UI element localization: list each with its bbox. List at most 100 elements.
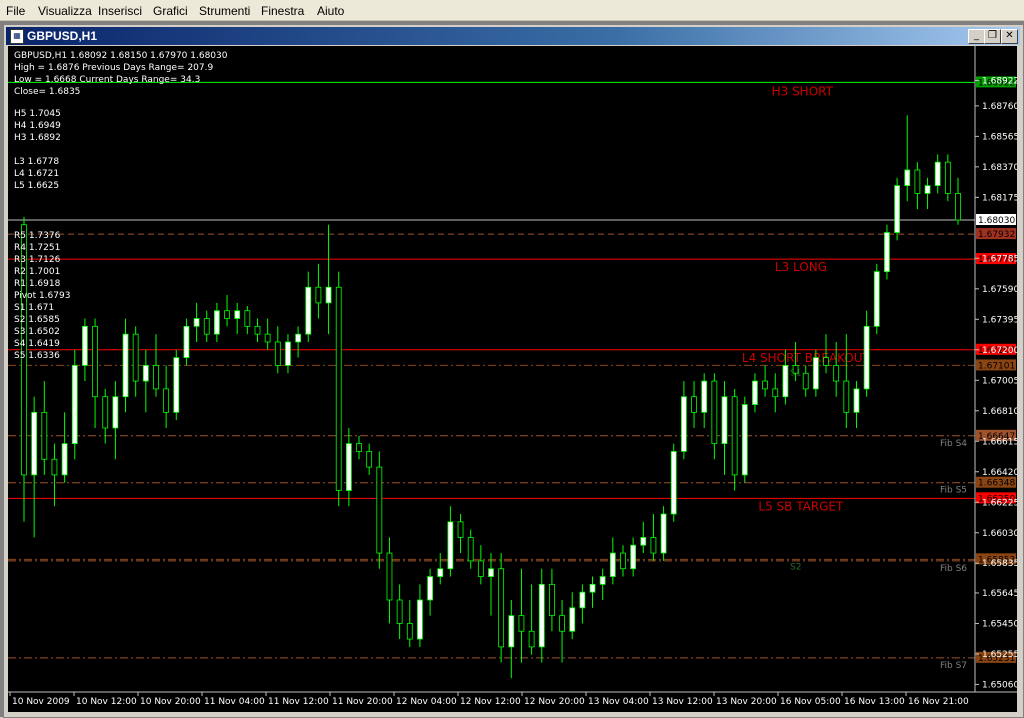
bear-candle <box>620 552 626 570</box>
pivot-level: S1 1.671 <box>14 303 54 313</box>
bull-candle <box>884 232 890 273</box>
bull-candle <box>721 396 728 445</box>
price-tick-label: 1.68565 <box>982 132 1017 142</box>
bear-candle <box>833 365 840 382</box>
bull-candle <box>904 169 911 187</box>
bull-candle <box>122 333 129 398</box>
price-tick-label: 1.67200 <box>982 346 1017 356</box>
menu-window[interactable]: Finestra <box>261 4 304 18</box>
bear-candle <box>518 615 525 632</box>
time-tick-label: 11 Nov 04:00 <box>204 697 265 707</box>
camarilla-level: H4 1.6949 <box>14 121 61 131</box>
bear-candle <box>315 286 322 304</box>
bear-candle <box>356 443 362 452</box>
pivot-level: R2 1.7001 <box>14 267 60 277</box>
menu-file[interactable]: File <box>6 4 25 18</box>
bull-candle <box>853 388 860 413</box>
bear-candle <box>549 583 555 617</box>
camarilla-level: L4 1.6721 <box>14 169 59 179</box>
bear-candle <box>264 333 271 343</box>
info-line: Low = 1.6668 Current Days Range= 34.3 <box>14 75 200 85</box>
bull-candle <box>234 310 241 319</box>
bear-candle <box>51 458 58 476</box>
price-tick-label: 1.66420 <box>982 468 1017 478</box>
window-titlebar[interactable]: ▦ GBPUSD,H1 _ ❐ ✕ <box>6 27 1020 45</box>
bear-candle <box>691 396 697 413</box>
price-tick-label: 1.65060 <box>982 680 1017 690</box>
bear-candle <box>244 310 251 327</box>
bull-candle <box>812 357 819 390</box>
bull-candle <box>345 443 352 491</box>
bull-candle <box>934 161 941 187</box>
price-chart[interactable]: 1.68922H3 SHORT1.680301.679321.67778L3 L… <box>8 46 1017 712</box>
price-tick-label: 1.68922 <box>982 77 1017 87</box>
menu-insert[interactable]: Inserisci <box>98 4 142 18</box>
minimize-icon[interactable]: _ <box>968 29 985 44</box>
bull-candle <box>142 365 149 382</box>
pivot-level: Pivot 1.6793 <box>14 291 70 301</box>
chart-window-icon: ▦ <box>10 29 24 44</box>
bull-candle <box>173 357 180 413</box>
bull-candle <box>112 396 119 429</box>
bear-candle <box>396 599 403 624</box>
bull-candle <box>427 576 433 601</box>
bull-candle <box>61 443 68 476</box>
pivot-level: S3 1.6502 <box>14 327 60 337</box>
time-tick-label: 10 Nov 12:00 <box>76 697 137 707</box>
bull-candle <box>609 552 616 577</box>
bear-candle <box>711 380 718 445</box>
bear-candle <box>254 325 261 335</box>
time-tick-label: 10 Nov 20:00 <box>140 697 201 707</box>
bear-candle <box>823 357 829 366</box>
bull-candle <box>569 607 576 632</box>
pivot-level: R5 1.7376 <box>14 231 61 241</box>
level-label: S2 <box>790 562 801 572</box>
menu-tools[interactable]: Strumenti <box>199 4 250 18</box>
bear-candle <box>477 560 484 577</box>
time-tick-label: 13 Nov 12:00 <box>652 697 713 707</box>
bull-candle <box>488 568 494 577</box>
level-label: L3 LONG <box>775 260 827 274</box>
price-tick-label: 1.68760 <box>982 102 1017 112</box>
bull-candle <box>295 333 302 343</box>
bear-candle <box>457 521 464 538</box>
bull-candle <box>285 341 291 366</box>
menu-help[interactable]: Aiuto <box>317 4 344 18</box>
price-tick-label: 1.67005 <box>982 376 1017 386</box>
bull-candle <box>579 591 586 609</box>
level-label: Fib S5 <box>940 486 967 496</box>
bear-candle <box>386 552 393 601</box>
bear-candle <box>802 372 809 390</box>
menu-view[interactable]: Visualizza <box>38 4 92 18</box>
bull-candle <box>670 451 677 515</box>
menu-charts[interactable]: Grafici <box>153 4 188 18</box>
bear-candle <box>203 318 210 335</box>
time-tick-label: 11 Nov 12:00 <box>268 697 329 707</box>
time-tick-label: 10 Nov 2009 <box>12 697 70 707</box>
bull-candle <box>82 325 88 366</box>
info-line: Close= 1.6835 <box>14 87 80 97</box>
camarilla-level: H5 1.7045 <box>14 109 61 119</box>
bull-candle <box>660 513 667 554</box>
price-tick-label: 1.65255 <box>982 650 1017 660</box>
price-tick-label: 1.68175 <box>982 193 1017 203</box>
bear-candle <box>843 380 850 413</box>
bear-candle <box>955 193 961 221</box>
price-tick-label: 1.65645 <box>982 589 1017 599</box>
time-tick-label: 16 Nov 05:00 <box>780 697 841 707</box>
price-tick-label: 1.65835 <box>982 559 1017 569</box>
bull-candle <box>640 537 647 546</box>
level-label: H3 SHORT <box>772 84 834 98</box>
time-tick-label: 12 Nov 04:00 <box>396 697 457 707</box>
bull-candle <box>437 568 444 577</box>
bull-candle <box>630 544 637 570</box>
bull-candle <box>193 318 200 327</box>
close-icon[interactable]: ✕ <box>1001 29 1018 44</box>
restore-icon[interactable]: ❐ <box>984 29 1001 44</box>
bear-candle <box>467 537 474 562</box>
camarilla-level: L3 1.6778 <box>14 157 59 167</box>
price-tick-label: 1.65450 <box>982 619 1017 629</box>
bear-candle <box>102 396 109 429</box>
bull-candle <box>701 380 708 413</box>
bull-candle <box>680 396 687 452</box>
